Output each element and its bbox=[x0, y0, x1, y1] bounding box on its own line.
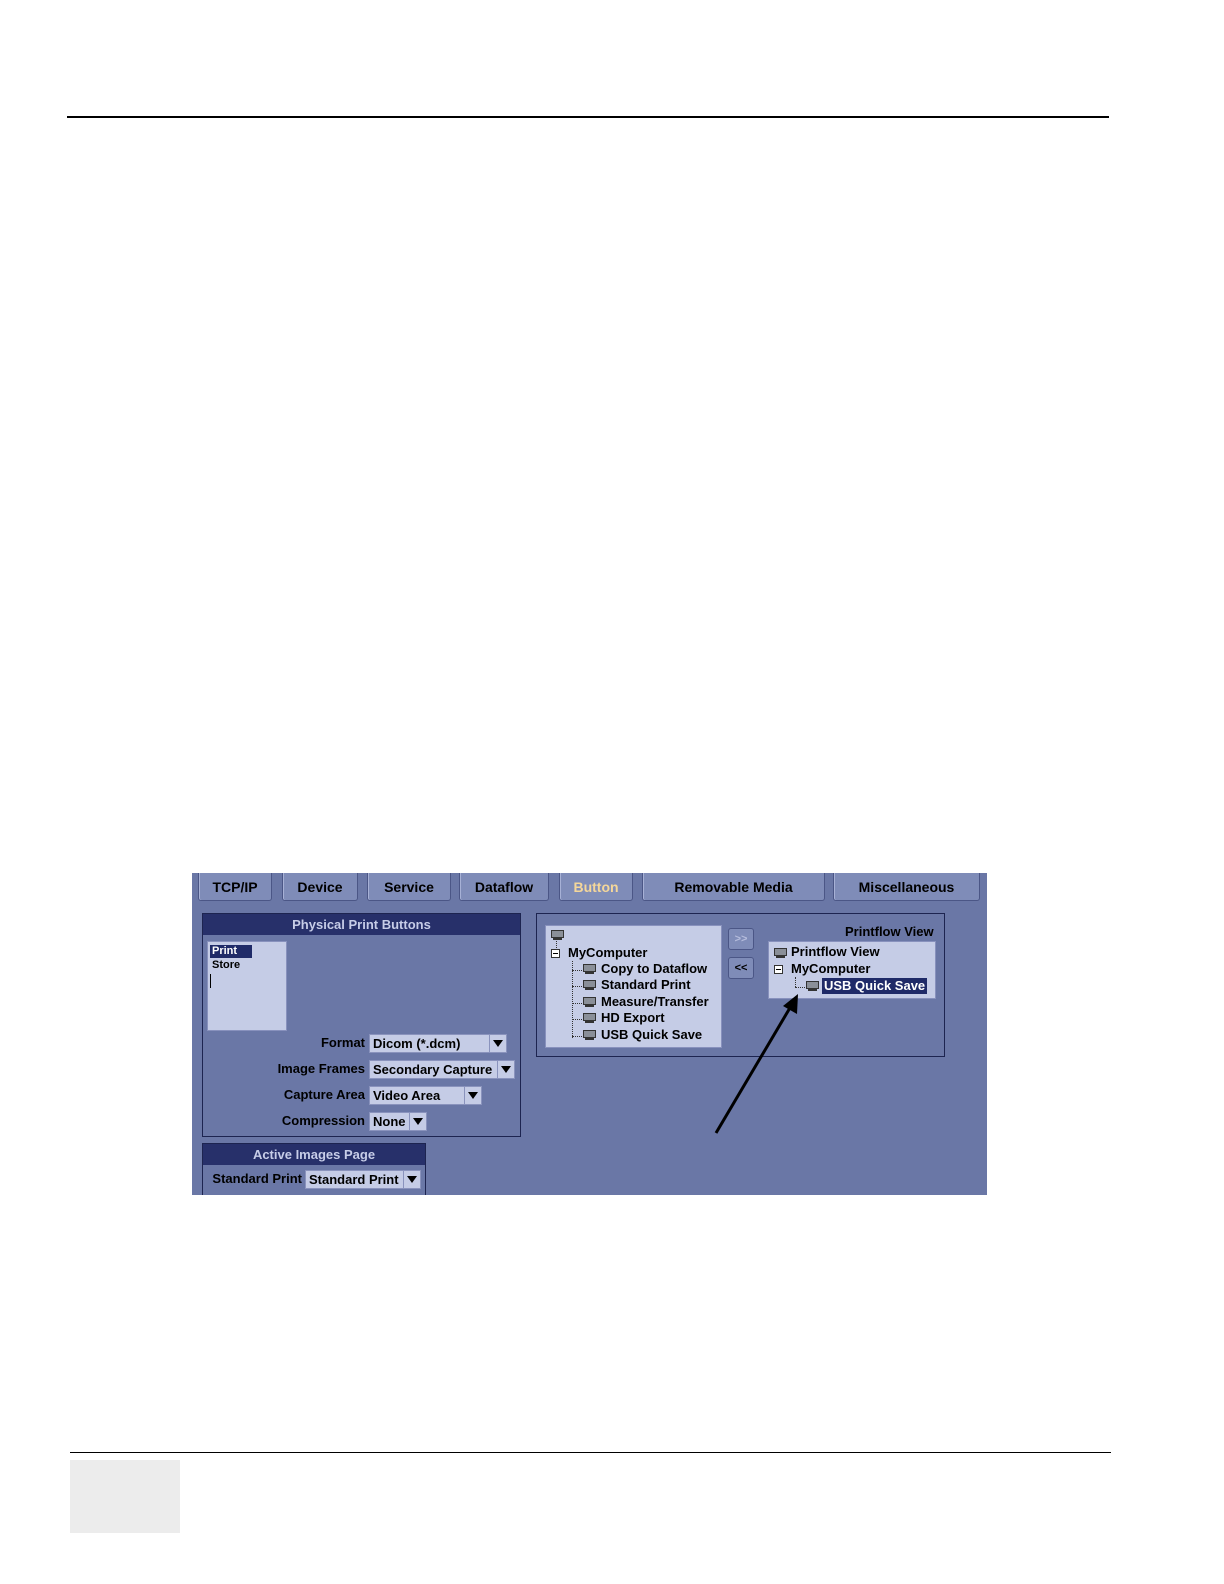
printflow-view-title: Printflow View bbox=[845, 924, 934, 939]
footer-rule bbox=[70, 1452, 1111, 1453]
header-rule bbox=[67, 116, 1109, 118]
tree-node-mycomputer[interactable]: MyComputer bbox=[568, 945, 647, 961]
capture-area-dropdown[interactable]: Video Area bbox=[369, 1086, 482, 1105]
tab-button[interactable]: Button bbox=[559, 873, 633, 901]
tree-node-hd-export[interactable]: HD Export bbox=[601, 1010, 665, 1026]
computer-icon bbox=[773, 948, 787, 959]
compression-dropdown[interactable]: None bbox=[369, 1112, 427, 1131]
tree-node-measure-transfer[interactable]: Measure/Transfer bbox=[601, 994, 709, 1010]
computer-icon bbox=[550, 930, 564, 941]
available-devices-tree[interactable]: MyComputer Copy to Dataflow Standard Pri… bbox=[545, 925, 722, 1048]
page-number-box bbox=[70, 1460, 180, 1533]
tab-service[interactable]: Service bbox=[367, 873, 451, 901]
physical-print-panel: Physical Print Buttons Print Store Forma… bbox=[202, 913, 521, 1137]
collapse-icon[interactable] bbox=[774, 965, 783, 974]
tree-node-copy-to-dataflow[interactable]: Copy to Dataflow bbox=[601, 961, 707, 977]
image-frames-dropdown[interactable]: Secondary Capture bbox=[369, 1060, 515, 1079]
standard-print-label: Standard Print bbox=[212, 1171, 302, 1186]
list-item-print[interactable]: Print bbox=[210, 945, 252, 958]
device-icon bbox=[582, 997, 596, 1008]
chevron-down-icon[interactable] bbox=[489, 1035, 506, 1052]
tab-removable-media[interactable]: Removable Media bbox=[642, 873, 825, 901]
active-images-panel: Active Images Page Standard Print Standa… bbox=[202, 1143, 426, 1195]
add-to-printflow-button[interactable]: >> bbox=[728, 928, 754, 950]
tree-line bbox=[795, 977, 796, 987]
tab-device[interactable]: Device bbox=[282, 873, 358, 901]
format-dropdown[interactable]: Dicom (*.dcm) bbox=[369, 1034, 507, 1053]
standard-print-value: Standard Print bbox=[309, 1172, 399, 1187]
tree-node-standard-print[interactable]: Standard Print bbox=[601, 977, 691, 993]
text-cursor bbox=[210, 974, 211, 988]
tab-dataflow[interactable]: Dataflow bbox=[459, 873, 549, 901]
tree-line bbox=[572, 986, 582, 987]
tree-line bbox=[572, 961, 573, 1038]
tree-line bbox=[572, 1019, 582, 1020]
chevron-down-icon[interactable] bbox=[464, 1087, 481, 1104]
printer-icon bbox=[582, 980, 596, 991]
standard-print-dropdown[interactable]: Standard Print bbox=[305, 1170, 421, 1189]
physical-print-title: Physical Print Buttons bbox=[203, 914, 520, 935]
tree-node-usb-quick-save-selected[interactable]: USB Quick Save bbox=[822, 978, 928, 994]
format-label: Format bbox=[320, 1035, 365, 1050]
remove-from-printflow-button[interactable]: << bbox=[728, 957, 754, 979]
print-button-list[interactable]: Print Store bbox=[207, 941, 287, 1031]
tree-line bbox=[572, 1003, 582, 1004]
collapse-icon[interactable] bbox=[551, 949, 560, 958]
capture-area-value: Video Area bbox=[373, 1088, 441, 1103]
device-icon bbox=[582, 1030, 596, 1041]
ultrasound-config-screen: TCP/IP Device Service Dataflow Button Re… bbox=[192, 873, 987, 1195]
compression-label: Compression bbox=[281, 1113, 365, 1128]
image-frames-label: Image Frames bbox=[277, 1061, 365, 1076]
tree-node-usb-quick-save[interactable]: USB Quick Save bbox=[601, 1027, 702, 1043]
active-images-title: Active Images Page bbox=[203, 1144, 425, 1165]
arrow-head bbox=[783, 994, 798, 1014]
tree-line bbox=[572, 970, 582, 971]
chevron-down-icon[interactable] bbox=[497, 1061, 514, 1078]
tree-line bbox=[572, 1036, 582, 1037]
list-item-store[interactable]: Store bbox=[210, 959, 242, 972]
capture-area-label: Capture Area bbox=[283, 1087, 365, 1102]
format-value: Dicom (*.dcm) bbox=[373, 1036, 461, 1051]
compression-value: None bbox=[373, 1114, 406, 1129]
device-icon bbox=[582, 1013, 596, 1024]
chevron-down-icon[interactable] bbox=[403, 1171, 420, 1188]
arrow-shaft bbox=[714, 1000, 796, 1134]
device-icon bbox=[582, 964, 596, 975]
annotation-arrow bbox=[714, 994, 798, 1134]
tab-miscellaneous[interactable]: Miscellaneous bbox=[833, 873, 980, 901]
image-frames-value: Secondary Capture bbox=[373, 1062, 493, 1077]
tree-node-mycomputer[interactable]: MyComputer bbox=[791, 961, 870, 977]
chevron-down-icon[interactable] bbox=[409, 1113, 426, 1130]
tree-node-printflow-view[interactable]: Printflow View bbox=[791, 944, 880, 960]
tab-tcpip[interactable]: TCP/IP bbox=[198, 873, 272, 901]
